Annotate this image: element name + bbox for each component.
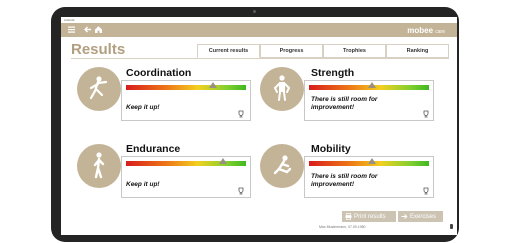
tablet-camera — [253, 10, 256, 13]
app-screen: Android mobee care Results Current resul… — [61, 17, 457, 235]
tab-bar: Current results Progress Trophies Rankin… — [197, 44, 449, 58]
score-marker — [368, 82, 376, 88]
result-card-strength[interactable]: Strength There is still room for improve… — [260, 67, 440, 127]
card-title: Strength — [311, 67, 355, 79]
score-bar — [126, 85, 246, 90]
strength-figure-icon — [260, 67, 304, 111]
trophy-icon[interactable] — [237, 110, 245, 118]
result-card-endurance[interactable]: Endurance Keep it up! — [77, 141, 257, 203]
home-icon[interactable] — [94, 25, 103, 36]
app-header: mobee care — [61, 23, 457, 37]
feedback-message: Keep it up! — [126, 181, 160, 188]
back-arrow-icon[interactable] — [83, 25, 92, 36]
trophy-icon[interactable] — [237, 187, 245, 195]
tab-trophies[interactable]: Trophies — [323, 44, 386, 58]
printer-icon — [345, 213, 352, 220]
feedback-message: There is still room for improvement! — [311, 173, 378, 188]
page-title: Results — [71, 41, 126, 58]
arrow-right-icon — [401, 214, 408, 219]
feedback-message: Keep it up! — [126, 104, 160, 111]
status-left: Android — [64, 18, 75, 22]
trophy-icon[interactable] — [422, 110, 430, 118]
result-card-mobility[interactable]: Mobility There is still room for improve… — [260, 141, 440, 203]
score-marker — [368, 158, 376, 164]
menu-icon[interactable] — [67, 25, 76, 36]
score-bar — [126, 161, 246, 166]
card-title: Mobility — [311, 143, 351, 155]
exercises-button[interactable]: Exercises — [398, 211, 443, 222]
exercises-label: Exercises — [410, 213, 437, 220]
feedback-message: There is still room for improvement! — [311, 96, 378, 111]
tab-current-results[interactable]: Current results — [197, 44, 260, 58]
endurance-figure-icon — [77, 144, 121, 188]
result-card-coordination[interactable]: Coordination Keep it up! — [77, 67, 257, 127]
score-marker — [209, 82, 217, 88]
card-title: Coordination — [126, 67, 192, 79]
tab-divider — [71, 58, 449, 59]
mobility-figure-icon — [260, 144, 304, 188]
score-marker — [219, 158, 227, 164]
tab-ranking[interactable]: Ranking — [386, 44, 449, 58]
print-results-label: Print results — [354, 213, 386, 220]
brand-logo: mobee care — [407, 26, 445, 35]
print-results-button[interactable]: Print results — [342, 211, 396, 222]
card-title: Endurance — [126, 143, 181, 155]
trophy-icon[interactable] — [422, 187, 430, 195]
user-icon[interactable] — [450, 224, 453, 229]
tab-progress[interactable]: Progress — [260, 44, 323, 58]
user-info: Max Mustermann, 07.09.1980 — [319, 225, 366, 229]
coordination-figure-icon — [77, 67, 121, 111]
